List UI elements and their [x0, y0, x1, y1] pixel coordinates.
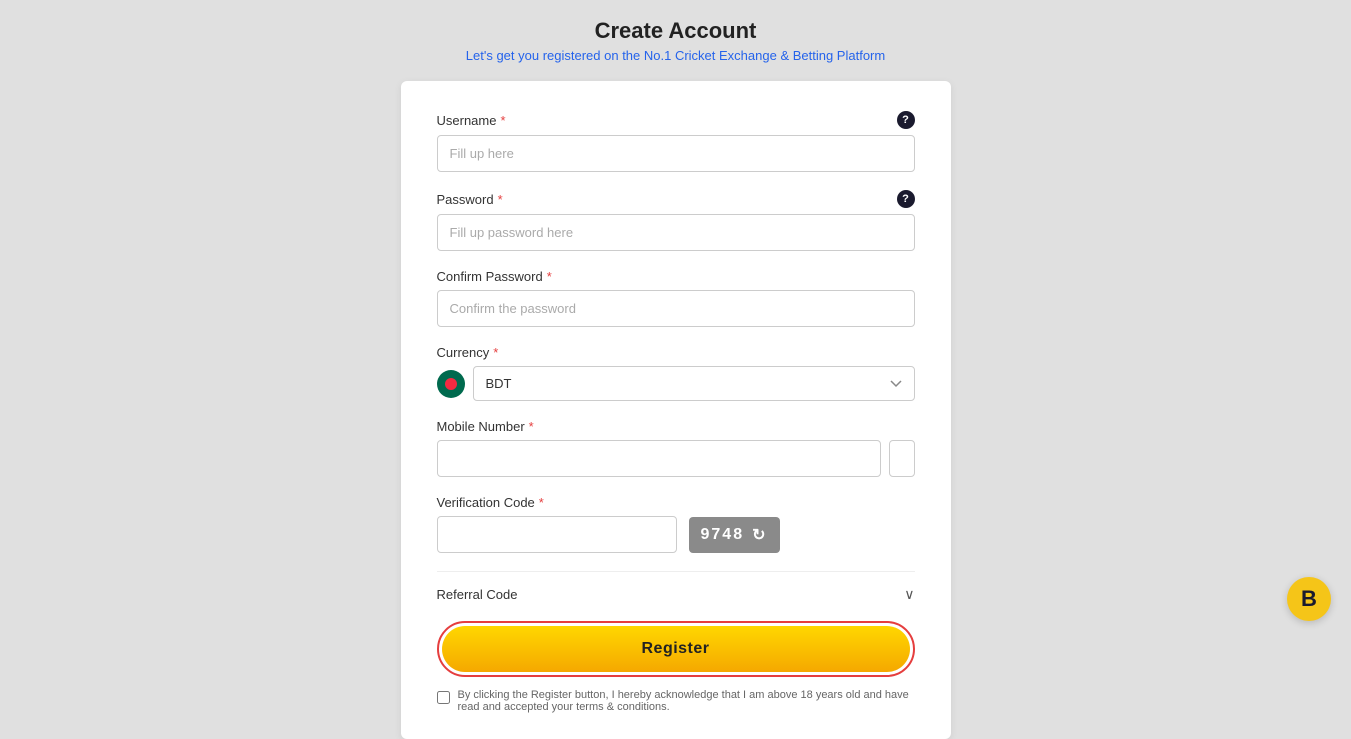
mobile-required: * — [529, 419, 534, 434]
currency-field-group: Currency * BDT USD INR EUR — [437, 345, 915, 401]
brand-badge[interactable]: B — [1287, 577, 1331, 621]
verification-field-group: Verification Code * 2024 9748 ↻ — [437, 495, 915, 553]
verification-label: Verification Code — [437, 495, 535, 510]
confirm-password-label: Confirm Password — [437, 269, 543, 284]
password-field-group: Password * ? — [437, 190, 915, 251]
terms-checkbox[interactable] — [437, 691, 450, 704]
currency-required: * — [493, 345, 498, 360]
username-required: * — [500, 113, 505, 128]
page-wrapper: Create Account Let's get you registered … — [0, 0, 1351, 739]
username-input[interactable] — [437, 135, 915, 172]
currency-label-row: Currency * — [437, 345, 915, 360]
password-label: Password — [437, 192, 494, 207]
register-button[interactable]: Register — [442, 626, 910, 672]
mobile-row: +880 — [437, 440, 915, 477]
currency-row: BDT USD INR EUR — [437, 366, 915, 401]
referral-label: Referral Code — [437, 587, 518, 602]
mobile-field-group: Mobile Number * +880 — [437, 419, 915, 477]
register-button-wrapper: Register — [437, 621, 915, 677]
mobile-label: Mobile Number — [437, 419, 525, 434]
verification-row: 2024 9748 ↻ — [437, 516, 915, 553]
username-label-row: Username * ? — [437, 111, 915, 129]
verification-required: * — [539, 495, 544, 510]
password-label-left: Password * — [437, 192, 503, 207]
confirm-password-required: * — [547, 269, 552, 284]
confirm-password-input[interactable] — [437, 290, 915, 327]
header: Create Account Let's get you registered … — [466, 0, 885, 73]
confirm-password-label-row: Confirm Password * — [437, 269, 915, 284]
username-label: Username — [437, 113, 497, 128]
username-field-group: Username * ? — [437, 111, 915, 172]
page-title: Create Account — [466, 18, 885, 44]
verification-input[interactable]: 2024 — [437, 516, 677, 553]
username-help-icon[interactable]: ? — [897, 111, 915, 129]
confirm-password-field-group: Confirm Password * — [437, 269, 915, 327]
terms-row: By clicking the Register button, I hereb… — [437, 689, 915, 719]
refresh-captcha-icon[interactable]: ↻ — [752, 525, 767, 545]
page-subtitle: Let's get you registered on the No.1 Cri… — [466, 48, 885, 63]
password-required: * — [498, 192, 503, 207]
captcha-box: 9748 ↻ — [689, 517, 780, 553]
password-help-icon[interactable]: ? — [897, 190, 915, 208]
chevron-down-icon: ∨ — [904, 586, 914, 603]
password-label-row: Password * ? — [437, 190, 915, 208]
username-label-left: Username * — [437, 113, 506, 128]
mobile-number-input[interactable] — [889, 440, 915, 477]
brand-initial: B — [1301, 586, 1317, 612]
currency-label: Currency — [437, 345, 490, 360]
form-card: Username * ? Password * ? Confirm Passwo… — [401, 81, 951, 739]
password-input[interactable] — [437, 214, 915, 251]
verification-label-row: Verification Code * — [437, 495, 915, 510]
currency-select[interactable]: BDT USD INR EUR — [473, 366, 915, 401]
referral-row[interactable]: Referral Code ∨ — [437, 571, 915, 603]
mobile-label-row: Mobile Number * — [437, 419, 915, 434]
bangladesh-flag-icon — [437, 370, 465, 398]
captcha-value: 9748 — [701, 526, 745, 544]
terms-text: By clicking the Register button, I hereb… — [458, 689, 915, 713]
mobile-prefix-input[interactable]: +880 — [437, 440, 881, 477]
